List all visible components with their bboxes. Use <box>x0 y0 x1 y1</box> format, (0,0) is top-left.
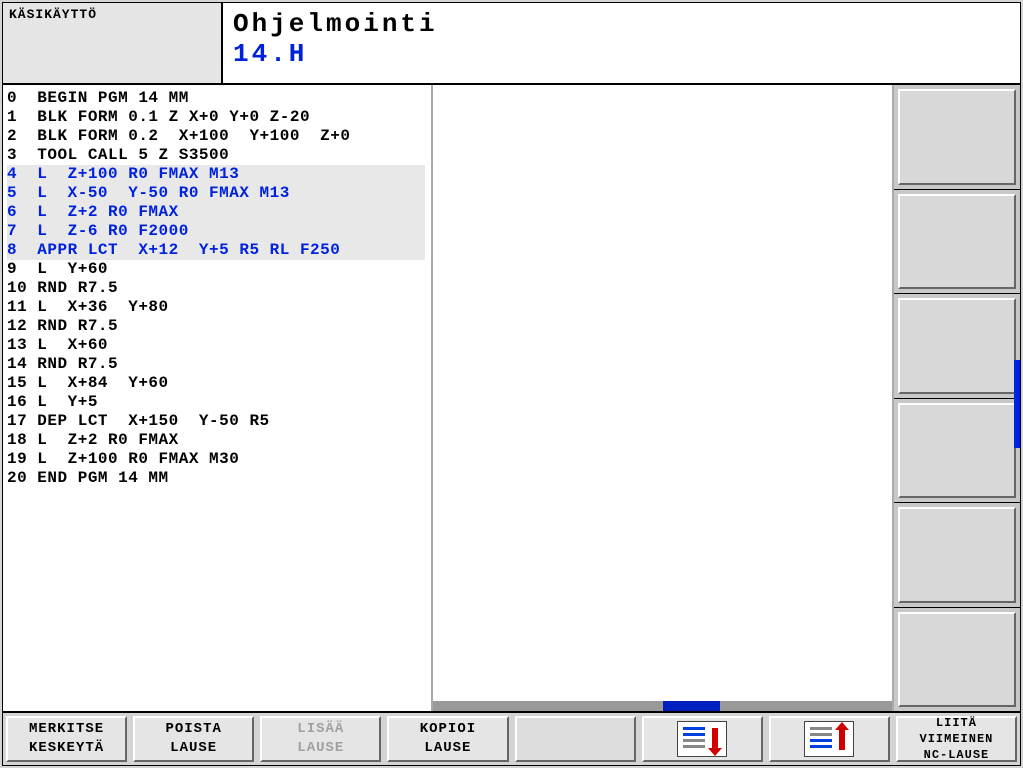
softkey-lisaa-lause: LISÄÄ LAUSE <box>260 716 381 762</box>
side-scroll-indicator <box>1014 360 1020 448</box>
code-line[interactable]: 4 L Z+100 R0 FMAX M13 <box>7 165 425 184</box>
code-line[interactable]: 2 BLK FORM 0.2 X+100 Y+100 Z+0 <box>7 127 425 146</box>
program-listing[interactable]: 0 BEGIN PGM 14 MM1 BLK FORM 0.1 Z X+0 Y+… <box>3 85 433 711</box>
code-line[interactable]: 0 BEGIN PGM 14 MM <box>7 89 425 108</box>
softkey-merkitse[interactable]: MERKITSE KESKEYTÄ <box>6 716 127 762</box>
code-line[interactable]: 11 L X+36 Y+80 <box>7 298 425 317</box>
code-line[interactable]: 6 L Z+2 R0 FMAX <box>7 203 425 222</box>
code-line[interactable]: 13 L X+60 <box>7 336 425 355</box>
code-line[interactable]: 17 DEP LCT X+150 Y-50 R5 <box>7 412 425 431</box>
softkey-label: LISÄÄ <box>297 720 344 739</box>
code-line[interactable]: 20 END PGM 14 MM <box>7 469 425 488</box>
softkey-label: POISTA <box>165 720 221 739</box>
softkey-label: LAUSE <box>424 739 471 758</box>
softkey-poista-lause[interactable]: POISTA LAUSE <box>133 716 254 762</box>
code-line[interactable]: 12 RND R7.5 <box>7 317 425 336</box>
code-line[interactable]: 19 L Z+100 R0 FMAX M30 <box>7 450 425 469</box>
code-line[interactable]: 15 L X+84 Y+60 <box>7 374 425 393</box>
softkey-liita[interactable]: LIITÄ VIIMEINEN NC-LAUSE <box>896 716 1017 762</box>
code-line[interactable]: 10 RND R7.5 <box>7 279 425 298</box>
code-line[interactable]: 14 RND R7.5 <box>7 355 425 374</box>
side-softkey-2[interactable] <box>898 194 1016 290</box>
softkey-label: NC-LAUSE <box>924 747 990 763</box>
graphics-panel <box>433 85 892 711</box>
softkey-move-down[interactable] <box>642 716 763 762</box>
mode-label: KÄSIKÄYTTÖ <box>9 7 97 22</box>
softkey-label: MERKITSE <box>29 720 104 739</box>
softkey-empty-5 <box>515 716 636 762</box>
side-softkey-4[interactable] <box>898 403 1016 499</box>
softkey-label: LIITÄ <box>936 715 977 731</box>
move-up-icon <box>804 721 854 757</box>
code-line[interactable]: 7 L Z-6 R0 F2000 <box>7 222 425 241</box>
softkey-kopioi-lause[interactable]: KOPIOI LAUSE <box>387 716 508 762</box>
softkey-move-up[interactable] <box>769 716 890 762</box>
code-line[interactable]: 3 TOOL CALL 5 Z S3500 <box>7 146 425 165</box>
softkey-ruler <box>433 701 892 711</box>
softkey-label: KOPIOI <box>420 720 476 739</box>
side-softkey-6[interactable] <box>898 612 1016 708</box>
code-line[interactable]: 1 BLK FORM 0.1 Z X+0 Y+0 Z-20 <box>7 108 425 127</box>
code-line[interactable]: 16 L Y+5 <box>7 393 425 412</box>
code-line[interactable]: 5 L X-50 Y-50 R0 FMAX M13 <box>7 184 425 203</box>
code-line[interactable]: 18 L Z+2 R0 FMAX <box>7 431 425 450</box>
vertical-softkeys <box>894 85 1020 711</box>
side-softkey-5[interactable] <box>898 507 1016 603</box>
softkey-row: MERKITSE KESKEYTÄ POISTA LAUSE LISÄÄ LAU… <box>3 711 1020 765</box>
program-filename: 14.H <box>233 39 1010 69</box>
code-line[interactable]: 8 APPR LCT X+12 Y+5 R5 RL F250 <box>7 241 425 260</box>
header-bar: KÄSIKÄYTTÖ Ohjelmointi 14.H <box>3 3 1020 85</box>
title-area: Ohjelmointi 14.H <box>223 3 1020 83</box>
code-line[interactable]: 9 L Y+60 <box>7 260 425 279</box>
screen-title: Ohjelmointi <box>233 9 1010 39</box>
mode-display: KÄSIKÄYTTÖ <box>3 3 223 83</box>
side-softkey-1[interactable] <box>898 89 1016 185</box>
softkey-label: LAUSE <box>297 739 344 758</box>
softkey-label: VIIMEINEN <box>920 731 994 747</box>
softkey-label: KESKEYTÄ <box>29 739 104 758</box>
side-softkey-3[interactable] <box>898 298 1016 394</box>
move-down-icon <box>677 721 727 757</box>
softkey-label: LAUSE <box>170 739 217 758</box>
